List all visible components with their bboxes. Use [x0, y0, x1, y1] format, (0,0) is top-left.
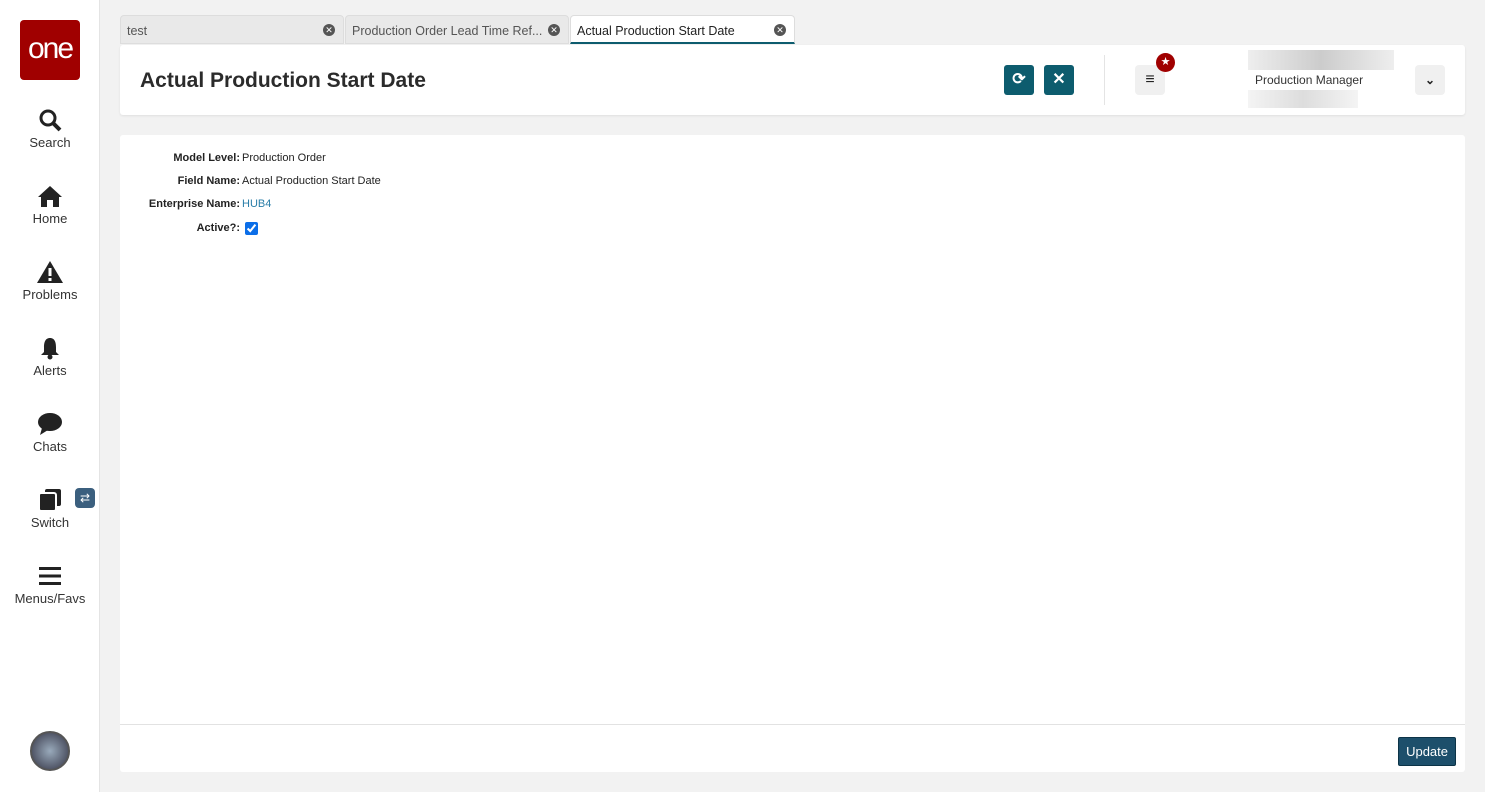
- tab-actual-production-start-date[interactable]: Actual Production Start Date ✕: [570, 15, 795, 44]
- page-header: Actual Production Start Date ⟳ ✕ ≡ ★ Pro…: [120, 45, 1465, 115]
- swap-icon[interactable]: ⇄: [75, 488, 95, 508]
- bell-icon: [41, 338, 59, 360]
- sidebar-item-search[interactable]: Search: [0, 108, 100, 150]
- chat-icon: [38, 413, 62, 435]
- refresh-button[interactable]: ⟳: [1004, 65, 1034, 95]
- sidebar-item-label: Menus/Favs: [14, 591, 86, 606]
- sidebar-item-home[interactable]: Home: [0, 184, 100, 226]
- enterprise-name-link[interactable]: HUB4: [242, 198, 271, 210]
- warning-icon: [37, 261, 63, 283]
- user-menu-chevron-icon[interactable]: ⌄: [1415, 65, 1445, 95]
- sidebar: one Search Home Problems Alerts Chats Sw…: [0, 0, 100, 792]
- active-checkbox[interactable]: [245, 222, 258, 235]
- user-role: Production Manager: [1255, 73, 1364, 87]
- sidebar-item-chats[interactable]: Chats: [0, 412, 100, 454]
- user-org-blurred: [1248, 90, 1358, 108]
- sidebar-item-label: Search: [29, 135, 71, 150]
- switch-icon: [38, 489, 61, 512]
- sidebar-item-menus-favs[interactable]: Menus/Favs: [0, 564, 100, 606]
- update-button[interactable]: Update: [1398, 737, 1456, 766]
- tab-test[interactable]: test ✕: [120, 15, 344, 44]
- search-icon: [39, 109, 62, 132]
- sidebar-item-label: Home: [32, 211, 68, 226]
- close-tab-icon[interactable]: ✕: [323, 24, 335, 36]
- app-logo[interactable]: one: [20, 20, 80, 80]
- sidebar-item-label: Alerts: [33, 363, 67, 378]
- field-name-value: Actual Production Start Date: [242, 175, 381, 187]
- user-avatar[interactable]: [30, 731, 70, 771]
- divider: [1104, 55, 1105, 105]
- sidebar-item-problems[interactable]: Problems: [0, 260, 100, 302]
- close-tab-icon[interactable]: ✕: [774, 24, 786, 36]
- tab-production-order-lead-time[interactable]: Production Order Lead Time Ref... ✕: [345, 15, 569, 44]
- detail-panel: Model Level: Production Order Field Name…: [120, 135, 1465, 772]
- close-button[interactable]: ✕: [1044, 65, 1074, 95]
- footer-divider: [120, 724, 1465, 725]
- user-name-blurred: [1248, 50, 1394, 70]
- model-level-value: Production Order: [242, 152, 326, 164]
- sidebar-item-label: Chats: [33, 439, 67, 454]
- close-tab-icon[interactable]: ✕: [548, 24, 560, 36]
- tab-label: Actual Production Start Date: [577, 24, 735, 38]
- tab-label: Production Order Lead Time Ref...: [352, 24, 543, 38]
- sidebar-item-alerts[interactable]: Alerts: [0, 336, 100, 378]
- page-title: Actual Production Start Date: [140, 69, 426, 92]
- sidebar-item-label: Switch: [30, 515, 70, 530]
- menu-icon: [39, 567, 61, 585]
- sidebar-item-label: Problems: [22, 287, 78, 302]
- home-icon: [38, 186, 62, 207]
- tab-label: test: [127, 24, 148, 38]
- star-icon: ★: [1156, 53, 1175, 72]
